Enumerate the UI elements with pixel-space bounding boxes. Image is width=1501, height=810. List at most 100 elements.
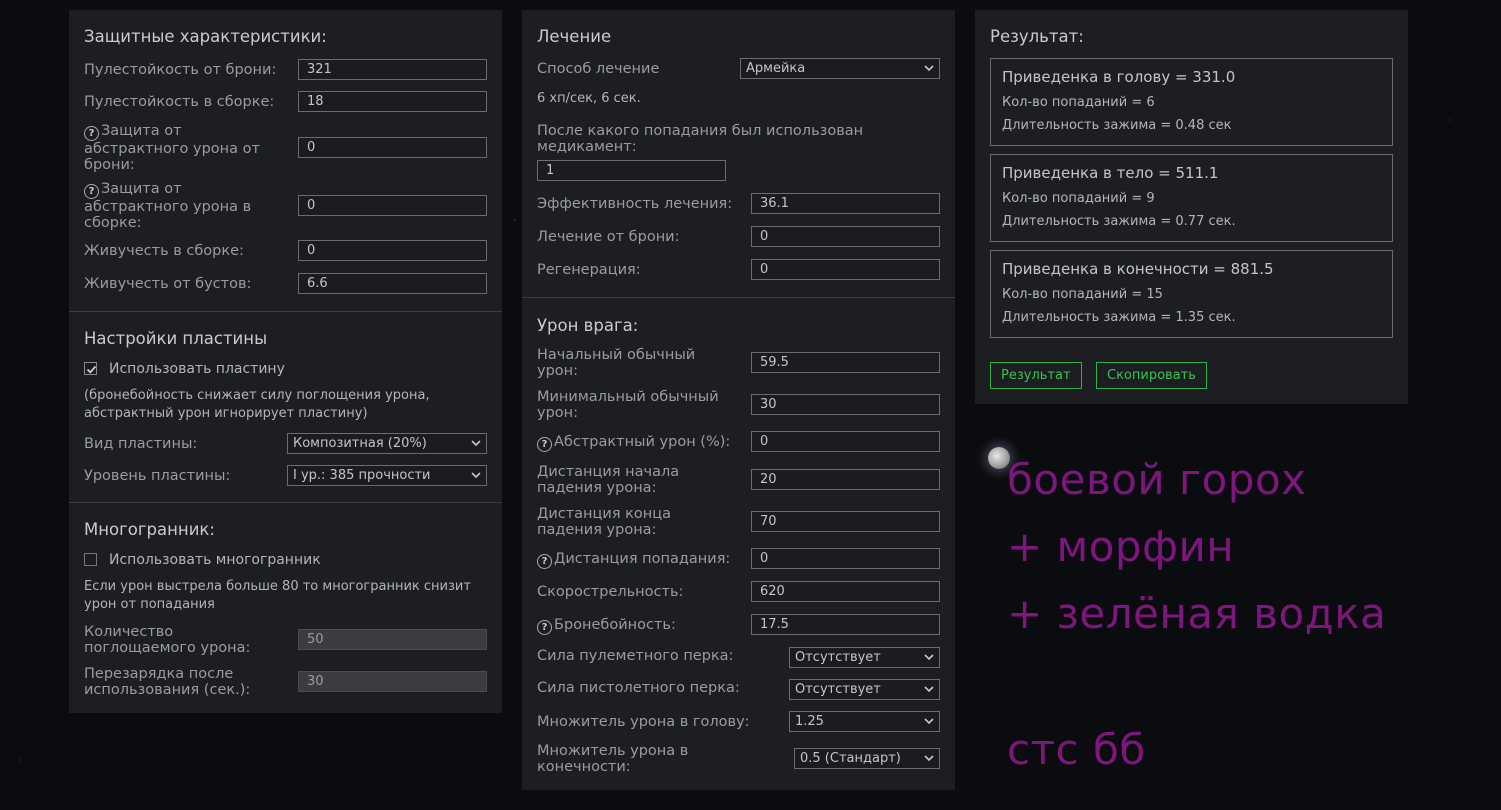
use-polyhedron-label: Использовать многогранник xyxy=(109,552,321,568)
note-line-2: + морфин xyxy=(1007,522,1235,571)
fire-rate-label: Скорострельность: xyxy=(537,584,684,600)
boost-vitality-input[interactable]: 6.6 xyxy=(298,273,487,294)
start-dmg-input[interactable]: 59.5 xyxy=(751,352,940,373)
limb-mult-select[interactable]: 0.5 (Стандарт) xyxy=(794,748,940,769)
start-dmg-label: Начальный обычный урон: xyxy=(537,347,696,379)
chevron-down-icon xyxy=(924,686,934,693)
chevron-down-icon xyxy=(924,755,934,762)
penetration-text: Бронебойность: xyxy=(554,617,676,633)
polyhedron-title: Многогранник: xyxy=(84,520,215,539)
plate-title: Настройки пластины xyxy=(84,329,268,348)
limb-mult-label: Множитель урона в конечности: xyxy=(537,743,689,775)
build-abstract-label: ? Защита от абстрактного урона в сборке: xyxy=(84,181,284,231)
abstract-dmg-input[interactable]: 0 xyxy=(751,431,940,452)
plate-level-select[interactable]: I ур.: 385 прочности xyxy=(287,465,487,486)
divider xyxy=(522,297,955,298)
falloff-start-input[interactable]: 20 xyxy=(751,469,940,490)
result-limbs-duration: Длительность зажима = 1.35 сек. xyxy=(1002,310,1236,325)
falloff-end-input[interactable]: 70 xyxy=(751,511,940,532)
pistol-perk-select[interactable]: Отсутствует xyxy=(789,679,940,700)
head-mult-label: Множитель урона в голову: xyxy=(537,714,750,730)
plate-level-label: Уровень пластины: xyxy=(84,468,231,484)
build-vitality-input[interactable]: 0 xyxy=(298,240,487,261)
healing-enemy-panel: Лечение Способ лечение Армейка 6 хп/сек,… xyxy=(522,10,955,790)
plate-note: (бронебойность снижает силу поглощения у… xyxy=(84,388,430,421)
note-line-3: + зелёная водка xyxy=(1007,589,1387,638)
defense-title: Защитные характеристики: xyxy=(84,27,327,46)
abstract-dmg-text: Абстрактный урон (%): xyxy=(554,434,731,450)
pistol-perk-value: Отсутствует xyxy=(795,682,881,697)
chevron-down-icon xyxy=(471,472,481,479)
result-head-title: Приведенка в голову = 331.0 xyxy=(1002,68,1236,86)
build-bullet-input[interactable]: 18 xyxy=(298,91,487,112)
help-icon[interactable]: ? xyxy=(84,126,99,141)
help-icon[interactable]: ? xyxy=(537,437,552,452)
plate-level-value: I ур.: 385 прочности xyxy=(293,468,431,483)
penetration-input[interactable]: 17.5 xyxy=(751,614,940,635)
help-icon[interactable]: ? xyxy=(84,184,99,199)
cooldown-label: Перезарядка после использования (сек.): xyxy=(84,666,251,698)
after-hit-input[interactable]: 1 xyxy=(537,160,726,181)
use-plate-label: Использовать пластину xyxy=(109,361,285,377)
chevron-down-icon xyxy=(924,718,934,725)
result-body-duration: Длительность зажима = 0.77 сек. xyxy=(1002,214,1236,229)
mg-perk-select[interactable]: Отсутствует xyxy=(789,647,940,668)
armor-bullet-label: Пулестойкость от брони: xyxy=(84,62,277,78)
efficiency-input[interactable]: 36.1 xyxy=(751,193,940,214)
note-line-1: боевой горох xyxy=(1007,455,1307,504)
build-vitality-label: Живучесть в сборке: xyxy=(84,243,244,259)
absorb-input[interactable]: 50 xyxy=(298,629,487,650)
head-mult-select[interactable]: 1.25 xyxy=(789,711,940,732)
result-head-hits: Кол-во попаданий = 6 xyxy=(1002,95,1155,110)
armor-abstract-input[interactable]: 0 xyxy=(298,137,487,158)
armor-abstract-label: ? Защита от абстрактного урона от брони: xyxy=(84,123,284,173)
divider xyxy=(69,502,502,503)
falloff-end-label: Дистанция конца падения урона: xyxy=(537,506,672,538)
armor-bullet-input[interactable]: 321 xyxy=(298,59,487,80)
build-bullet-label: Пулестойкость в сборке: xyxy=(84,94,275,110)
chevron-down-icon xyxy=(471,440,481,447)
result-title: Результат: xyxy=(990,27,1084,46)
help-icon[interactable]: ? xyxy=(537,620,552,635)
divider xyxy=(69,311,502,312)
build-abstract-text: Защита от абстрактного урона в сборке: xyxy=(84,181,252,231)
after-hit-label: После какого попадания был использован м… xyxy=(537,123,864,155)
pistol-perk-label: Сила пистолетного перка: xyxy=(537,680,740,696)
min-dmg-label: Минимальный обычный урон: xyxy=(537,389,719,421)
hit-distance-text: Дистанция попадания: xyxy=(554,551,731,567)
head-mult-value: 1.25 xyxy=(795,714,824,729)
limb-mult-value: 0.5 (Стандарт) xyxy=(800,751,901,766)
heal-method-label: Способ лечение xyxy=(537,61,660,77)
efficiency-label: Эффективность лечения: xyxy=(537,196,733,212)
use-polyhedron-checkbox[interactable] xyxy=(84,553,97,566)
heal-method-select[interactable]: Армейка xyxy=(740,58,940,79)
hit-distance-input[interactable]: 0 xyxy=(751,548,940,569)
note-line-4: стс бб xyxy=(1007,725,1146,774)
healing-title: Лечение xyxy=(537,27,612,46)
falloff-start-label: Дистанция начала падения урона: xyxy=(537,464,680,496)
help-icon[interactable]: ? xyxy=(537,554,552,569)
heal-method-info: 6 хп/сек, 6 сек. xyxy=(537,91,641,106)
result-body-title: Приведенка в тело = 511.1 xyxy=(1002,164,1219,182)
regen-input[interactable]: 0 xyxy=(751,259,940,280)
copy-button[interactable]: Скопировать xyxy=(1096,362,1207,389)
min-dmg-input[interactable]: 30 xyxy=(751,394,940,415)
fire-rate-input[interactable]: 620 xyxy=(751,581,940,602)
mg-perk-value: Отсутствует xyxy=(795,650,881,665)
plate-type-select[interactable]: Композитная (20%) xyxy=(287,433,487,454)
cooldown-input[interactable]: 30 xyxy=(298,671,487,692)
heal-method-value: Армейка xyxy=(746,61,806,76)
penetration-label: ? Бронебойность: xyxy=(537,617,676,635)
armor-heal-input[interactable]: 0 xyxy=(751,226,940,247)
hit-distance-label: ? Дистанция попадания: xyxy=(537,551,730,569)
plate-type-value: Композитная (20%) xyxy=(293,436,427,451)
chevron-down-icon xyxy=(924,65,934,72)
use-plate-checkbox[interactable] xyxy=(84,362,97,375)
build-abstract-input[interactable]: 0 xyxy=(298,195,487,216)
chevron-down-icon xyxy=(924,654,934,661)
result-button[interactable]: Результат xyxy=(990,362,1082,389)
result-head-box: Приведенка в голову = 331.0 Кол-во попад… xyxy=(990,58,1393,146)
result-head-duration: Длительность зажима = 0.48 сек xyxy=(1002,118,1232,133)
result-limbs-hits: Кол-во попаданий = 15 xyxy=(1002,287,1163,302)
abstract-dmg-label: ? Абстрактный урон (%): xyxy=(537,434,730,452)
